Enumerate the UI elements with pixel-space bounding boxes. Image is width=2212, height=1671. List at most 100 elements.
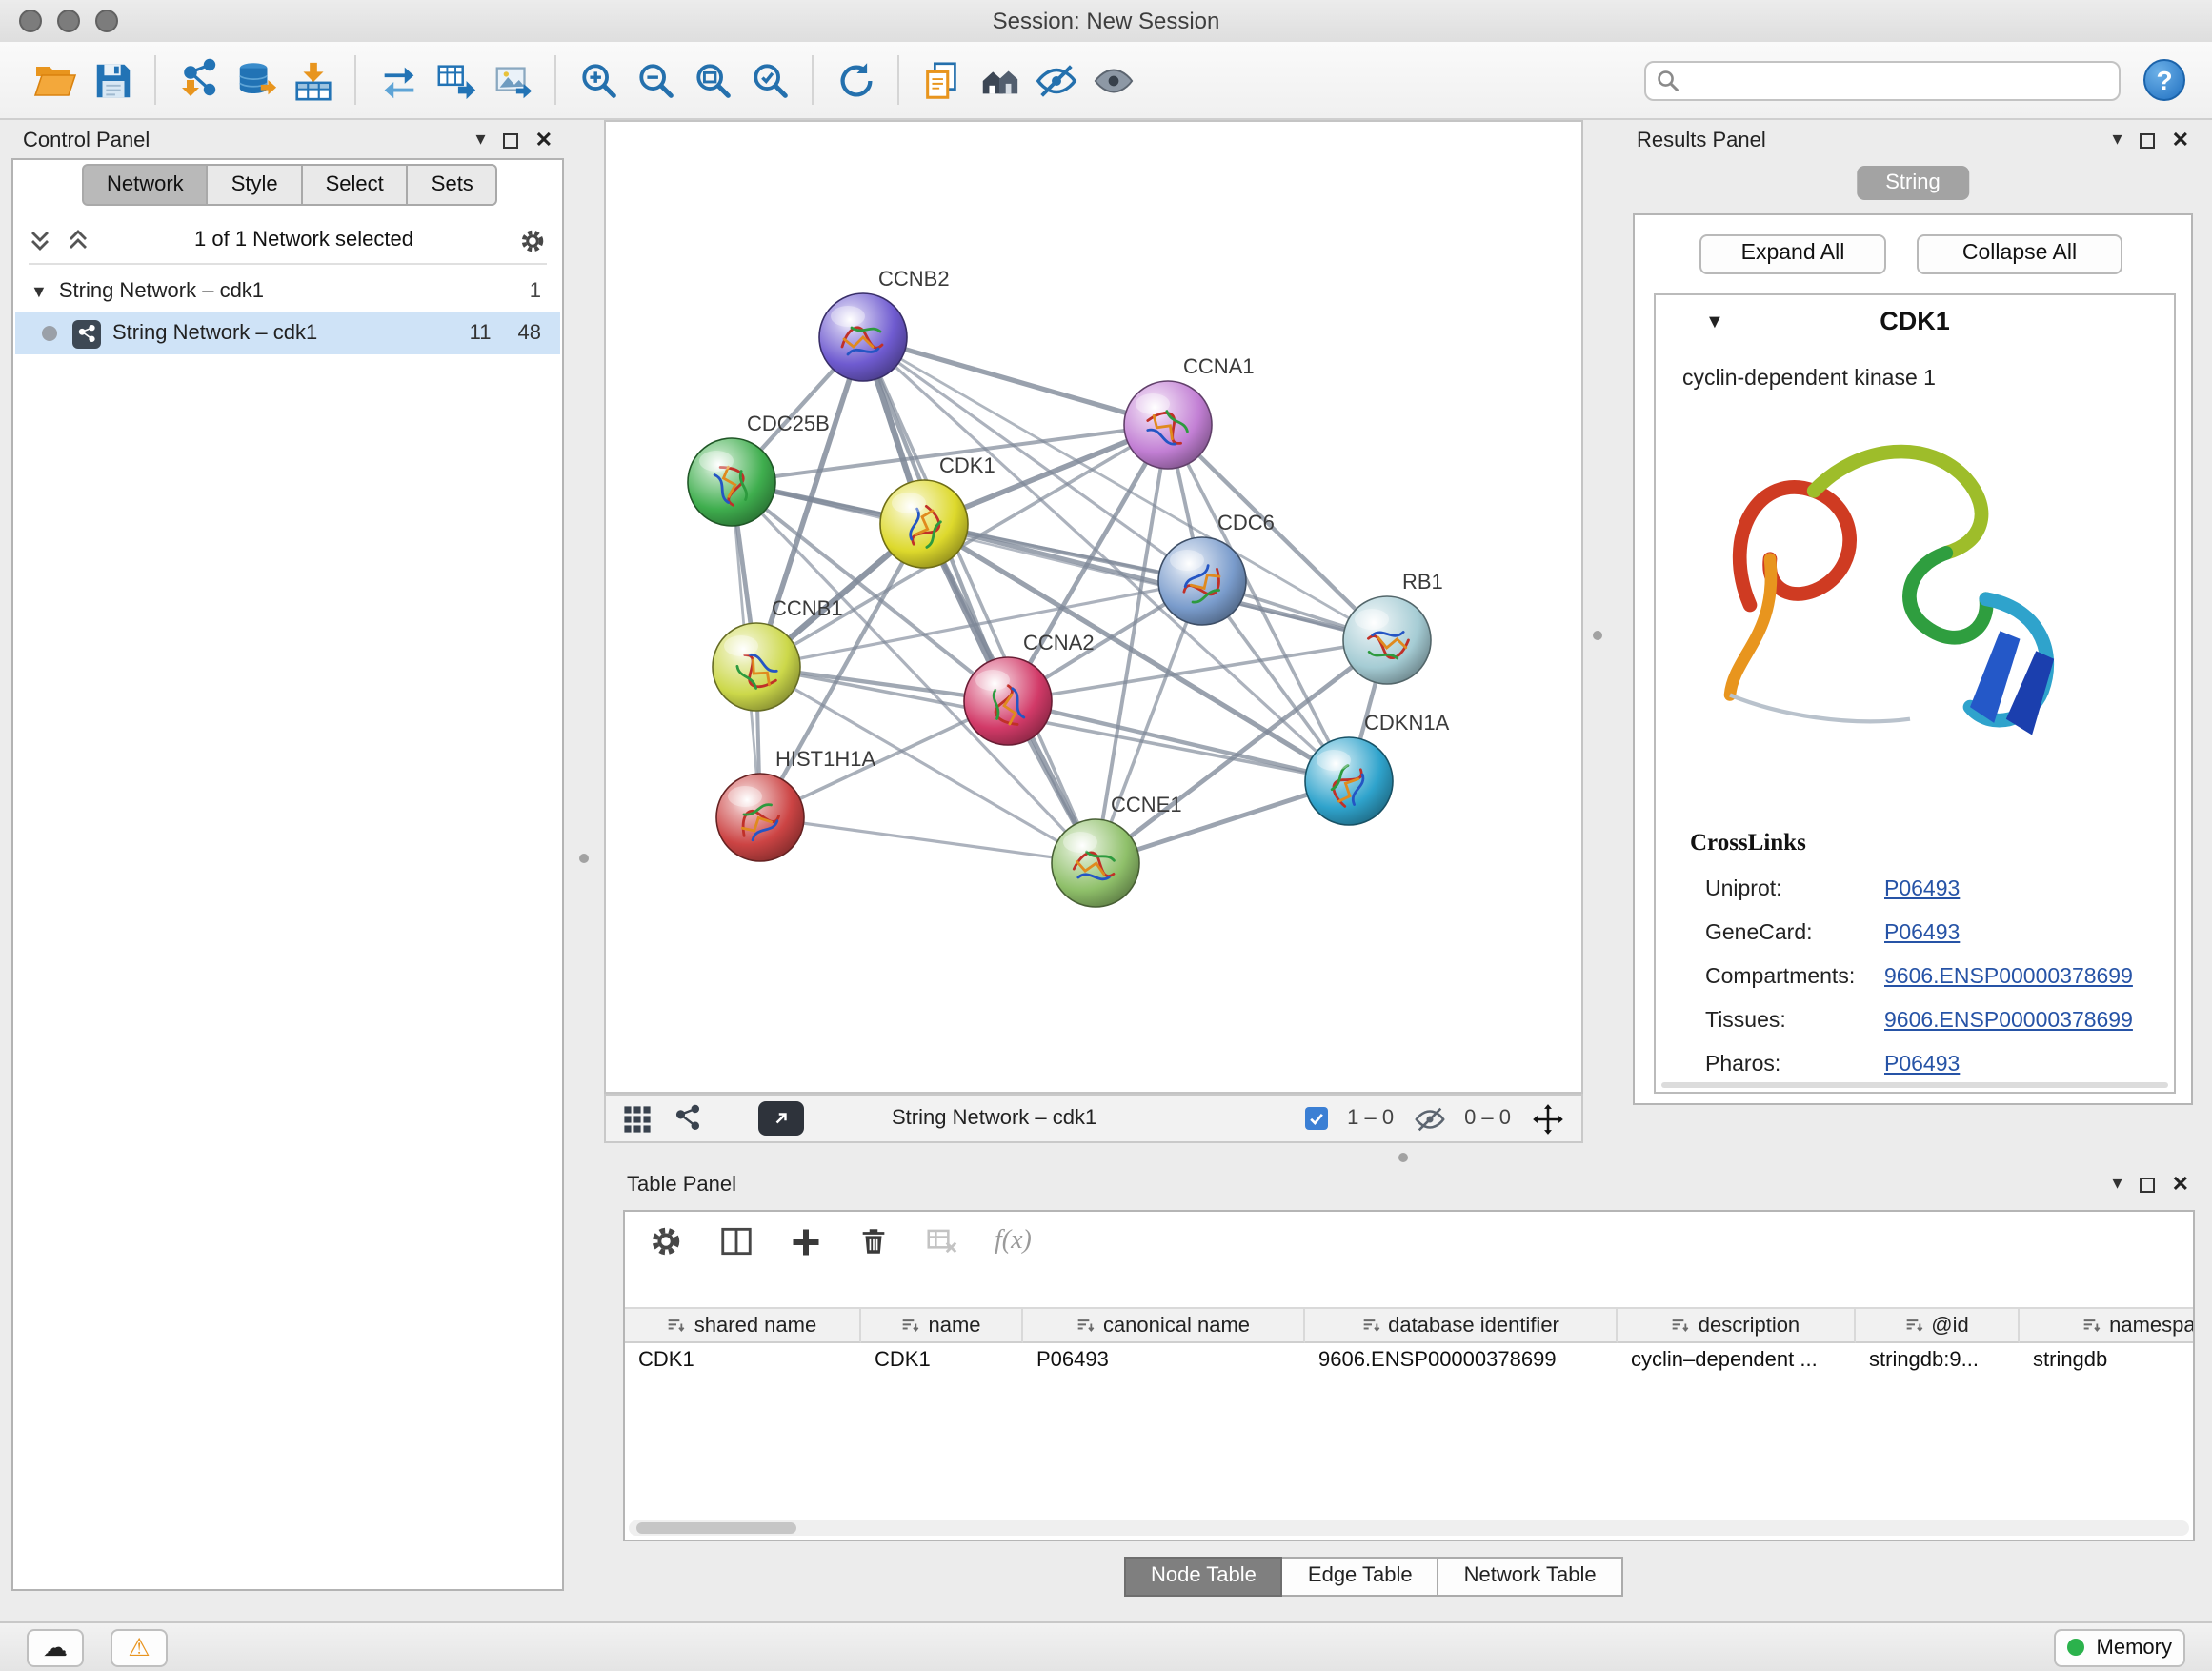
results-scrollbar[interactable]: [1661, 1082, 2168, 1088]
tab-edge-table[interactable]: Edge Table: [1283, 1557, 1439, 1597]
panel-collapse-icon[interactable]: ▾: [2113, 1176, 2122, 1195]
tab-select[interactable]: Select: [303, 164, 409, 206]
gene-detail-card: ▼ CDK1 cyclin-dependent kinase 1 CrossLi…: [1654, 293, 2176, 1094]
swap-arrows-icon: [376, 58, 420, 102]
table-cell[interactable]: CDK1: [861, 1343, 1023, 1379]
left-splitter-handle[interactable]: [579, 854, 589, 863]
table-settings-gear-icon[interactable]: [648, 1223, 684, 1259]
network-node-CCNB2[interactable]: CCNB2: [819, 267, 950, 381]
expand-all-networks-icon[interactable]: [29, 229, 51, 252]
column-header-name[interactable]: name: [861, 1307, 1023, 1343]
network-row-selected[interactable]: String Network – cdk1 11 48: [15, 312, 560, 354]
panel-close-icon[interactable]: ✕: [535, 131, 553, 151]
network-view-icon[interactable]: [673, 1102, 705, 1135]
scrollbar-thumb[interactable]: [636, 1522, 796, 1534]
panel-float-icon[interactable]: [503, 133, 518, 149]
tab-sets[interactable]: Sets: [409, 164, 498, 206]
zoom-in-button[interactable]: [570, 51, 627, 109]
panel-float-icon[interactable]: [2140, 133, 2155, 149]
network-node-CCNA1[interactable]: CCNA1: [1124, 354, 1255, 469]
save-session-button[interactable]: [84, 51, 141, 109]
network-options-gear-icon[interactable]: [518, 226, 547, 254]
column-header-namespace[interactable]: namespace: [2020, 1307, 2195, 1343]
table-cell[interactable]: P06493: [1023, 1343, 1305, 1379]
column-header--id[interactable]: @id: [1856, 1307, 2020, 1343]
crosslink-value[interactable]: P06493: [1884, 1053, 1960, 1076]
network-from-table-button[interactable]: [427, 51, 484, 109]
show-columns-icon[interactable]: [718, 1223, 754, 1259]
tab-style[interactable]: Style: [209, 164, 303, 206]
import-table-icon: [291, 58, 334, 102]
zoom-fit-button[interactable]: [684, 51, 741, 109]
crosslink-value[interactable]: P06493: [1884, 877, 1960, 900]
column-sort-icon: [1076, 1316, 1096, 1335]
network-canvas[interactable]: CCNB2CCNA1CDC25BCDK1CDC6RB1CCNB1CCNA2CDK…: [604, 120, 1583, 1094]
tree-expand-icon[interactable]: ▼: [30, 282, 48, 301]
panel-float-icon[interactable]: [2140, 1178, 2155, 1193]
tab-network[interactable]: Network: [82, 164, 209, 206]
panel-close-icon[interactable]: ✕: [2172, 1176, 2189, 1195]
table-cell[interactable]: CDK1: [625, 1343, 861, 1379]
cloud-button[interactable]: ☁: [27, 1628, 84, 1666]
selected-checkbox[interactable]: [1305, 1107, 1328, 1130]
delete-column-icon[interactable]: [857, 1225, 890, 1258]
expand-all-button[interactable]: Expand All: [1699, 234, 1886, 274]
column-header-canonical-name[interactable]: canonical name: [1023, 1307, 1305, 1343]
crosslink-value[interactable]: 9606.ENSP00000378699: [1884, 1009, 2133, 1032]
help-button[interactable]: ?: [2143, 59, 2185, 101]
table-row[interactable]: CDK1CDK1P064939606.ENSP00000378699cyclin…: [625, 1343, 2193, 1379]
crosslink-label: GeneCard:: [1705, 921, 1884, 944]
gene-header-row[interactable]: ▼ CDK1: [1656, 295, 2174, 352]
clone-network-button[interactable]: [913, 51, 970, 109]
import-network-file-button[interactable]: [170, 51, 227, 109]
export-image-button[interactable]: [484, 51, 541, 109]
panel-collapse-icon[interactable]: ▾: [476, 131, 486, 151]
table-cell[interactable]: stringdb:9...: [1856, 1343, 2020, 1379]
open-session-button[interactable]: [27, 51, 84, 109]
table-cell[interactable]: cyclin–dependent ...: [1618, 1343, 1856, 1379]
memory-button[interactable]: Memory: [2055, 1628, 2185, 1666]
crosslink-value[interactable]: P06493: [1884, 921, 1960, 944]
network-node-CDKN1A[interactable]: CDKN1A: [1305, 711, 1450, 825]
collapse-all-button[interactable]: Collapse All: [1917, 234, 2122, 274]
detach-view-button[interactable]: [758, 1101, 804, 1136]
table-cell[interactable]: 9606.ENSP00000378699: [1305, 1343, 1618, 1379]
add-column-icon[interactable]: [789, 1224, 823, 1258]
right-splitter-handle[interactable]: [1593, 631, 1602, 640]
network-node-CDK1[interactable]: CDK1: [880, 453, 995, 568]
column-header-shared-name[interactable]: shared name: [625, 1307, 861, 1343]
refresh-button[interactable]: [827, 51, 884, 109]
tab-network-table[interactable]: Network Table: [1439, 1557, 1623, 1597]
title-bar: Session: New Session: [0, 0, 2212, 44]
network-edge-CCNB2-CCNE1[interactable]: [863, 337, 1096, 863]
import-table-button[interactable]: [284, 51, 341, 109]
table-cell[interactable]: stringdb: [2020, 1343, 2195, 1379]
pan-tool-icon[interactable]: [1530, 1100, 1566, 1137]
panel-close-icon[interactable]: ✕: [2172, 131, 2189, 151]
show-all-button[interactable]: [1084, 51, 1141, 109]
network-row-label: String Network – cdk1: [112, 322, 317, 345]
panel-collapse-icon[interactable]: ▾: [2113, 131, 2122, 151]
table-horizontal-scrollbar[interactable]: [629, 1520, 2189, 1536]
tab-string[interactable]: String: [1857, 166, 1969, 200]
new-network-button[interactable]: [370, 51, 427, 109]
tab-node-table[interactable]: Node Table: [1124, 1557, 1283, 1597]
network-edge-HIST1H1A-CCNE1[interactable]: [760, 817, 1096, 863]
zoom-out-button[interactable]: [627, 51, 684, 109]
zoom-selected-button[interactable]: [741, 51, 798, 109]
column-header-label: canonical name: [1103, 1314, 1250, 1337]
grid-view-icon[interactable]: [621, 1102, 654, 1135]
hide-selected-button[interactable]: [1027, 51, 1084, 109]
import-network-database-button[interactable]: [227, 51, 284, 109]
warnings-button[interactable]: ⚠: [111, 1628, 168, 1666]
column-header-database-identifier[interactable]: database identifier: [1305, 1307, 1618, 1343]
first-neighbors-button[interactable]: [970, 51, 1027, 109]
network-node-RB1[interactable]: RB1: [1343, 570, 1443, 684]
column-header-description[interactable]: description: [1618, 1307, 1856, 1343]
crosslink-value[interactable]: 9606.ENSP00000378699: [1884, 965, 2133, 988]
network-node-HIST1H1A[interactable]: HIST1H1A: [716, 747, 875, 861]
collapse-all-networks-icon[interactable]: [67, 229, 90, 252]
search-input[interactable]: [1644, 60, 2121, 100]
network-collection-row[interactable]: ▼ String Network – cdk1 1: [15, 271, 560, 312]
bottom-splitter-handle[interactable]: [1398, 1153, 1408, 1162]
